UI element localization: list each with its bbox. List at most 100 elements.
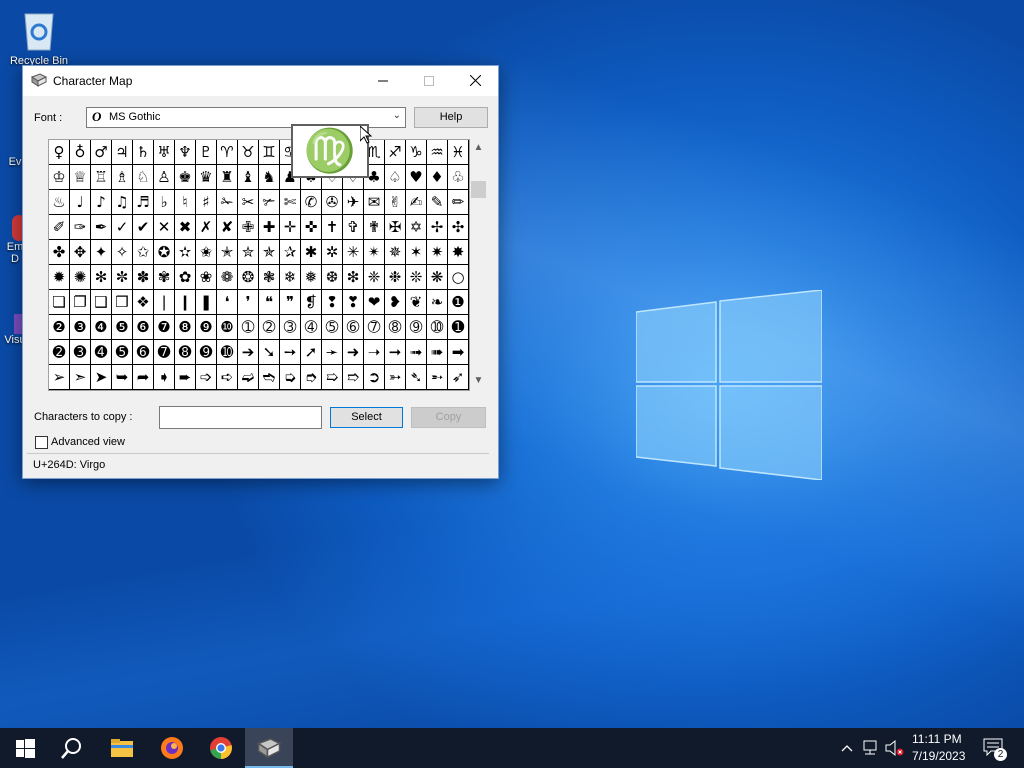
grid-cell[interactable]: ✴ [364, 240, 385, 265]
grid-cell[interactable]: ➘ [259, 340, 280, 365]
grid-cell[interactable]: ❤ [364, 290, 385, 315]
grid-cell[interactable]: ✫ [175, 240, 196, 265]
grid-cell[interactable]: ➚ [301, 340, 322, 365]
grid-cell[interactable]: ✠ [385, 215, 406, 240]
grid-cell[interactable]: ✤ [49, 240, 70, 265]
grid-cell[interactable]: ❘ [154, 290, 175, 315]
grid-cell[interactable]: ✽ [133, 265, 154, 290]
grid-cell[interactable]: ♯ [196, 190, 217, 215]
grid-cell[interactable]: ✸ [448, 240, 469, 265]
scroll-thumb[interactable] [471, 181, 486, 198]
grid-cell[interactable]: ❆ [322, 265, 343, 290]
grid-cell[interactable]: ❼ [154, 315, 175, 340]
grid-cell[interactable]: ✘ [217, 215, 238, 240]
grid-cell[interactable]: ♄ [133, 140, 154, 165]
grid-cell[interactable]: ➛ [322, 340, 343, 365]
grid-cell[interactable]: ♝ [238, 165, 259, 190]
grid-cell[interactable]: ❣ [343, 290, 364, 315]
maximize-button[interactable] [406, 66, 452, 96]
grid-cell[interactable]: ✰ [280, 240, 301, 265]
grid-cell[interactable]: ➅ [343, 315, 364, 340]
grid-cell[interactable]: ♔ [49, 165, 70, 190]
grid-cell[interactable]: ✯ [259, 240, 280, 265]
grid-cell[interactable]: ✡ [406, 215, 427, 240]
grid-cell[interactable]: ✆ [301, 190, 322, 215]
grid-cell[interactable]: ➙ [280, 340, 301, 365]
grid-cell[interactable]: ♮ [175, 190, 196, 215]
grid-cell[interactable]: ➭ [280, 365, 301, 390]
grid-cell[interactable]: ✇ [322, 190, 343, 215]
grid-cell[interactable]: ❖ [133, 290, 154, 315]
grid-cell[interactable]: ✉ [364, 190, 385, 215]
grid-cell[interactable]: ➀ [238, 315, 259, 340]
grid-cell[interactable]: ➔ [238, 340, 259, 365]
copy-button[interactable]: Copy [411, 407, 486, 428]
grid-cell[interactable]: ✲ [322, 240, 343, 265]
select-button[interactable]: Select [330, 407, 403, 428]
grid-cell[interactable]: ➡ [448, 340, 469, 365]
show-hidden-icons-button[interactable] [838, 728, 856, 768]
grid-cell[interactable]: ➦ [133, 365, 154, 390]
grid-cell[interactable]: ✞ [343, 215, 364, 240]
grid-cell[interactable]: ❃ [259, 265, 280, 290]
close-button[interactable] [452, 66, 498, 96]
grid-cell[interactable]: ✧ [112, 240, 133, 265]
scroll-up-icon[interactable]: ▲ [470, 139, 487, 156]
grid-cell[interactable]: ❿ [217, 315, 238, 340]
grid-cell[interactable]: ❉ [385, 265, 406, 290]
grid-cell[interactable]: ✃ [259, 190, 280, 215]
grid-cell[interactable]: ♁ [70, 140, 91, 165]
grid-cell[interactable]: ➨ [175, 365, 196, 390]
grid-cell[interactable]: ✖ [175, 215, 196, 240]
grid-cell[interactable]: ✒ [91, 215, 112, 240]
grid-cell[interactable]: ➐ [154, 340, 175, 365]
grid-cell[interactable]: ✭ [217, 240, 238, 265]
advanced-view-checkbox[interactable] [35, 436, 48, 449]
grid-cell[interactable]: ❶ [448, 290, 469, 315]
grid-cell[interactable]: ♘ [133, 165, 154, 190]
grid-cell[interactable]: ♈ [217, 140, 238, 165]
minimize-button[interactable] [360, 66, 406, 96]
grid-cell[interactable]: ❺ [112, 315, 133, 340]
clock-date[interactable]: 7/19/2023 [912, 749, 965, 763]
grid-cell[interactable]: ❡ [301, 290, 322, 315]
grid-cell[interactable]: ♂ [91, 140, 112, 165]
grid-cell[interactable]: ➣ [70, 365, 91, 390]
grid-cell[interactable]: ❙ [175, 290, 196, 315]
grid-cell[interactable]: ➟ [406, 340, 427, 365]
grid-cell[interactable]: ♭ [154, 190, 175, 215]
grid-cell[interactable]: ✵ [385, 240, 406, 265]
grid-cell[interactable]: ✾ [154, 265, 175, 290]
start-button[interactable] [0, 728, 48, 768]
grid-cell[interactable]: ✳ [343, 240, 364, 265]
characters-to-copy-field[interactable] [159, 406, 322, 429]
volume-tray-button[interactable] [884, 728, 906, 768]
grid-cell[interactable]: ➩ [196, 365, 217, 390]
grid-cell[interactable]: ❽ [175, 315, 196, 340]
grid-cell[interactable]: ✌ [385, 190, 406, 215]
grid-cell[interactable]: ✶ [406, 240, 427, 265]
grid-cell[interactable]: ➥ [112, 365, 133, 390]
grid-cell[interactable]: ❅ [301, 265, 322, 290]
grid-cell[interactable]: ❷ [49, 315, 70, 340]
grid-cell[interactable]: ✁ [217, 190, 238, 215]
grid-cell[interactable]: ♀ [49, 140, 70, 165]
grid-cell[interactable]: ➏ [133, 340, 154, 365]
grid-cell[interactable]: ❄ [280, 265, 301, 290]
grid-cell[interactable]: ❧ [427, 290, 448, 315]
grid-cell[interactable]: ➞ [385, 340, 406, 365]
grid-cell[interactable]: ➃ [301, 315, 322, 340]
grid-cell[interactable]: ♚ [175, 165, 196, 190]
grid-cell[interactable]: ✿ [175, 265, 196, 290]
grid-cell[interactable]: ♃ [112, 140, 133, 165]
grid-cell[interactable]: ➉ [427, 315, 448, 340]
grid-cell[interactable]: ➇ [385, 315, 406, 340]
grid-cell[interactable]: ➠ [427, 340, 448, 365]
grid-cell[interactable]: ➱ [343, 365, 364, 390]
grid-cell[interactable]: ♐ [385, 140, 406, 165]
grid-cell[interactable]: ➴ [406, 365, 427, 390]
grid-cell[interactable]: ♗ [112, 165, 133, 190]
grid-cell[interactable]: ✑ [70, 215, 91, 240]
grid-cell[interactable]: ❏ [49, 290, 70, 315]
grid-cell[interactable]: ✗ [196, 215, 217, 240]
